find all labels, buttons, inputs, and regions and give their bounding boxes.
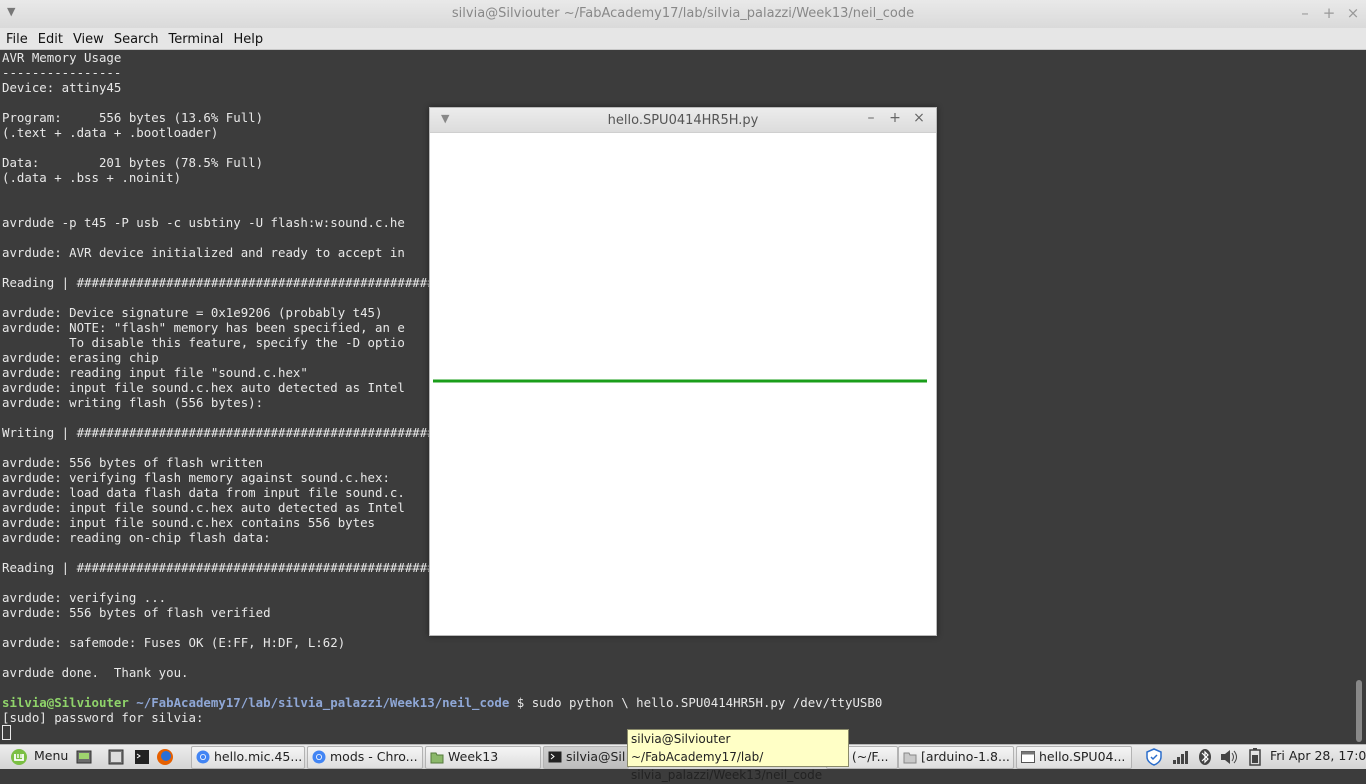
tooltip-line-1: silvia@Silviouter ~/FabAcademy17/lab/ (631, 732, 764, 764)
chrome-icon (196, 750, 210, 764)
python-window-titlebar[interactable]: ▼ hello.SPU0414HR5H.py – + × (430, 108, 936, 133)
chrome-icon (312, 750, 326, 764)
task-label: hello.SPU04... (1039, 749, 1126, 764)
task-tooltip: silvia@Silviouter ~/FabAcademy17/lab/ si… (627, 729, 849, 782)
clock[interactable]: Fri Apr 28, 17:06 (1270, 745, 1366, 769)
terminal-launcher-icon[interactable] (134, 745, 152, 769)
menu-terminal[interactable]: Terminal (162, 30, 227, 47)
sudo-password-prompt: [sudo] password for silvia: (2, 710, 204, 725)
terminal-icon (548, 751, 562, 763)
window-title: silvia@Silviouter ~/FabAcademy17/lab/sil… (451, 6, 915, 21)
signal-canvas (430, 133, 936, 635)
task-label: silvia@Sil (566, 749, 626, 764)
maximize-button[interactable]: + (1320, 4, 1338, 22)
menu-label: Menu (34, 748, 69, 763)
scrollbar-thumb[interactable] (1356, 680, 1362, 742)
terminal-line: ---------------- (2, 65, 122, 80)
task-terminal[interactable]: silvia@Sil (543, 746, 629, 769)
menu-help[interactable]: Help (227, 30, 267, 47)
python-window-title: hello.SPU0414HR5H.py (607, 113, 759, 128)
task-arduino-folder[interactable]: [arduino-1.8... (898, 746, 1014, 769)
tooltip-line-2: silvia_palazzi/Week13/neil_code (631, 768, 823, 782)
terminal-line: avrdude done. Thank you. (2, 665, 189, 680)
menu-edit[interactable]: Edit (32, 30, 67, 47)
task-week13-folder[interactable]: Week13 (425, 746, 541, 769)
mint-logo-icon (11, 749, 27, 765)
signal-plot (433, 379, 927, 383)
prompt-path: ~/FabAcademy17/lab/silvia_palazzi/Week13… (136, 695, 510, 710)
text-cursor (2, 725, 11, 740)
show-desktop-icon[interactable] (76, 745, 94, 769)
task-hello-mic[interactable]: hello.mic.45... (191, 746, 305, 769)
task-label: hello.mic.45... (214, 749, 303, 764)
folder-icon (430, 752, 444, 764)
close-button[interactable]: × (1344, 4, 1362, 22)
shield-icon[interactable] (1146, 745, 1164, 769)
minimize-button[interactable]: – (1296, 4, 1314, 22)
file-manager-launcher-icon[interactable] (108, 745, 126, 769)
clock-label: Fri Apr 28, 17:06 (1270, 748, 1366, 763)
terminal-line: Device: attiny45 (2, 80, 122, 95)
menu-search[interactable]: Search (108, 30, 163, 47)
python-maximize-button[interactable]: + (887, 110, 903, 126)
python-minimize-button[interactable]: – (863, 110, 879, 126)
python-close-button[interactable]: × (911, 110, 927, 126)
folder-icon (903, 752, 917, 764)
bluetooth-icon[interactable] (1198, 745, 1214, 769)
terminal-line: AVR Memory Usage (2, 50, 122, 65)
volume-icon[interactable] (1220, 745, 1242, 769)
firefox-launcher-icon[interactable] (156, 745, 176, 769)
task-mods-chrome[interactable]: mods - Chro... (307, 746, 423, 769)
network-signal-icon[interactable] (1172, 745, 1190, 769)
terminal-line: avrdude: safemode: Fuses OK (E:FF, H:DF,… (2, 635, 346, 650)
prompt-user: silvia@Silviouter (2, 695, 129, 710)
terminal-scrollbar[interactable] (1352, 50, 1366, 744)
menubar: File Edit View Search Terminal Help (0, 28, 1366, 50)
menu-file[interactable]: File (0, 30, 32, 47)
terminal-titlebar[interactable]: ▼ silvia@Silviouter ~/FabAcademy17/lab/s… (0, 0, 1366, 29)
terminal-prompt-line: silvia@Silviouter ~/FabAcademy17/lab/sil… (2, 695, 1352, 710)
task-label: [arduino-1.8... (921, 749, 1010, 764)
task-hello-spu[interactable]: hello.SPU04... (1016, 746, 1132, 769)
start-menu-button[interactable]: Menu (4, 745, 69, 769)
prompt-command: sudo python \ hello.SPU0414HR5H.py /dev/… (531, 695, 883, 710)
task-label: Week13 (448, 749, 499, 764)
battery-icon[interactable] (1248, 745, 1264, 769)
python-window[interactable]: ▼ hello.SPU0414HR5H.py – + × (429, 107, 937, 636)
task-label: mods - Chro... (330, 749, 418, 764)
window-icon (1021, 751, 1035, 763)
menu-view[interactable]: View (67, 30, 108, 47)
